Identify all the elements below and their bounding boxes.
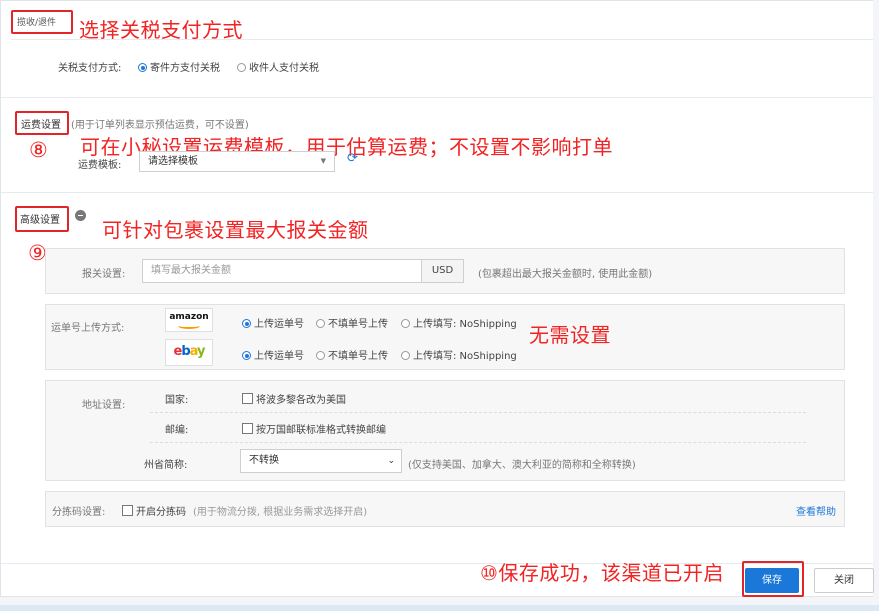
amazon-radio-no-tracking[interactable]: 不填单号上传 (316, 315, 388, 330)
sorting-code-box: 分拣码设置: 开启分拣码 (用于物流分拨, 根据业务需求选择开启) 查看帮助 (45, 491, 845, 527)
ebay-radio-no-tracking[interactable]: 不填单号上传 (316, 347, 388, 362)
radio-sender-pays[interactable]: 寄件方支付关税 (138, 59, 220, 74)
checkbox-icon (242, 423, 253, 434)
tracking-upload-box: 运单号上传方式: amazon 上传运单号 不填单号上传 上传填写: NoShi… (45, 304, 845, 370)
amazon-radio-noshipping[interactable]: 上传填写: NoShipping (401, 315, 517, 330)
divider (1, 97, 873, 98)
radio-icon (316, 351, 325, 360)
radio-selected-icon (242, 351, 251, 360)
address-label: 地址设置: (82, 400, 126, 411)
settings-panel: 揽收/退件 选择关税支付方式 关税支付方式: 寄件方支付关税 收件人支付关税 运… (0, 0, 873, 597)
radio-icon (316, 319, 325, 328)
radio-icon (401, 351, 410, 360)
tax-payment-label: 关税支付方式: (58, 63, 122, 74)
bottom-scroll-bar (0, 605, 879, 611)
checkbox-icon (122, 505, 133, 516)
sorting-code-hint: (用于物流分拨, 根据业务需求选择开启) (193, 507, 368, 518)
close-button[interactable]: 关闭 (814, 568, 874, 593)
zip-label: 邮编: (165, 425, 189, 436)
annotation-tracking: 无需设置 (529, 323, 611, 347)
ebay-radio-noshipping[interactable]: 上传填写: NoShipping (401, 347, 517, 362)
section-title-shipping: 运费设置 (21, 120, 61, 131)
divider (11, 39, 873, 40)
shipping-note: (用于订单列表显示预估运费，可不设置) (71, 120, 249, 131)
country-checkbox[interactable]: 将波多黎各改为美国 (242, 391, 346, 406)
divider (150, 442, 806, 443)
radio-selected-icon (138, 63, 147, 72)
radio-icon (237, 63, 246, 72)
annotation-number-8: ⑧ (29, 138, 48, 162)
ebay-radio-upload-tracking[interactable]: 上传运单号 (242, 347, 304, 362)
shipping-template-label: 运费模板: (78, 160, 122, 171)
section-title-tax: 揽收/退件 (17, 18, 57, 28)
refresh-icon[interactable]: ⟳ (347, 151, 358, 166)
sorting-code-label: 分拣码设置: (52, 507, 106, 518)
help-link[interactable]: 查看帮助 (796, 503, 836, 518)
radio-receiver-pays[interactable]: 收件人支付关税 (237, 59, 319, 74)
currency-addon: USD (422, 259, 464, 283)
collapse-icon[interactable] (75, 210, 86, 221)
country-label: 国家: (165, 395, 189, 406)
zip-checkbox[interactable]: 按万国邮联标准格式转换邮编 (242, 421, 386, 436)
checkbox-icon (242, 393, 253, 404)
tracking-upload-label: 运单号上传方式: (51, 323, 125, 334)
divider (1, 192, 873, 193)
declare-label: 报关设置: (82, 269, 126, 280)
annotation-advanced: 可针对包裹设置最大报关金额 (102, 218, 369, 242)
shipping-template-select[interactable]: 请选择模板 ▼ (139, 151, 335, 172)
sorting-code-checkbox[interactable]: 开启分拣码 (122, 503, 186, 518)
state-abbr-label: 州省简称: (144, 460, 188, 471)
state-abbr-select[interactable]: 不转换 ⌄ (240, 449, 402, 473)
max-declare-amount-input[interactable]: 填写最大报关金额 (142, 259, 422, 283)
declare-settings-box: 报关设置: 填写最大报关金额 USD (包裹超出最大报关金额时, 使用此金额) (45, 248, 845, 294)
chevron-down-icon: ⌄ (387, 456, 395, 466)
amazon-logo: amazon (165, 308, 213, 332)
ebay-logo: ebay (165, 339, 213, 366)
section-title-advanced: 高级设置 (20, 215, 60, 226)
annotation-save: ⑩保存成功，该渠道已开启 (480, 561, 724, 585)
dropdown-arrow-icon: ▼ (320, 157, 326, 165)
state-abbr-hint: (仅支持美国、加拿大、澳大利亚的简称和全称转换) (408, 460, 636, 471)
annotation-box-save (742, 561, 804, 597)
address-settings-box: 地址设置: 国家: 将波多黎各改为美国 邮编: 按万国邮联标准格式转换邮编 州省… (45, 380, 845, 481)
radio-icon (401, 319, 410, 328)
declare-hint: (包裹超出最大报关金额时, 使用此金额) (478, 269, 653, 280)
annotation-number-9: ⑨ (28, 241, 47, 265)
radio-selected-icon (242, 319, 251, 328)
amazon-radio-upload-tracking[interactable]: 上传运单号 (242, 315, 304, 330)
divider (150, 412, 806, 413)
